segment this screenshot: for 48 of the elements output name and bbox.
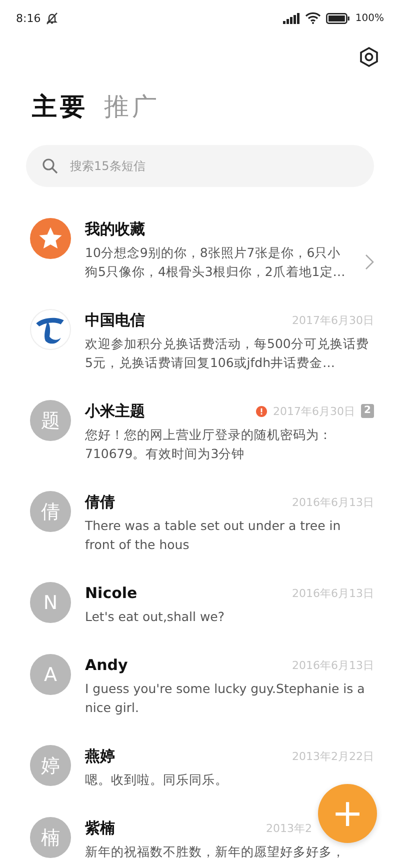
- status-time: 8:16: [16, 12, 41, 24]
- signal-icon: [283, 12, 300, 24]
- avatar-initial: 婷: [30, 745, 71, 786]
- message-preview: Let's eat out,shall we?: [85, 608, 226, 626]
- contact-name: 紫楠: [85, 818, 115, 838]
- conversation-item[interactable]: 倩 倩倩 2016年6月13日 There was a table set out under a tree in front of the hous: [0, 491, 400, 554]
- contact-name: 小米主题: [85, 402, 145, 420]
- message-preview: 您好！您的网上营业厅登录的随机密码为：710679。有效时间为3分钟: [85, 426, 333, 463]
- wifi-icon: [305, 12, 322, 24]
- conversation-item[interactable]: 题 小米主题 2017年6月30日 2 您好！您的网上营业厅登录的随机密码为：710679。有效时间为3分钟: [0, 400, 400, 463]
- message-preview: I guess you're some lucky guy.Stephanie is a nice girl.: [85, 680, 366, 717]
- conversation-item[interactable]: 我的收藏 10分想念9别的你，8张照片7张是你，6只小狗5只像你，4根骨头3根归你，2爪着地1定…: [0, 218, 400, 281]
- message-date: 2013年2月22日: [292, 748, 374, 764]
- search-icon: [42, 158, 58, 174]
- battery-icon: [326, 12, 350, 24]
- conversation-item[interactable]: 中国电信 2017年6月30日 欢迎参加积分兑换话费活动，每500分可兑换话费5元，兑换话费请回复106或jfdh井话费金…: [0, 309, 400, 372]
- settings-icon[interactable]: [358, 46, 380, 68]
- contact-name: Nicole: [85, 584, 138, 602]
- message-date: 2016年6月13日: [292, 658, 374, 672]
- telecom-logo-icon: [30, 309, 71, 350]
- message-preview: 嗯。收到啦。同乐同乐。: [85, 771, 229, 789]
- bell-off-icon: [46, 12, 58, 24]
- message-preview: 欢迎参加积分兑换话费活动，每500分可兑换话费5元，兑换话费请回复106或jfdh井话费金…: [85, 335, 370, 372]
- message-preview: 新年的祝福数不胜数，新年的愿望好多好多，: [85, 843, 346, 861]
- conversation-item[interactable]: A Andy 2016年6月13日 I guess you're some lucky guy.Stephanie is a nice girl.: [0, 654, 400, 717]
- message-preview: There was a table set out under a tree in front of the hous: [85, 517, 342, 554]
- contact-name: 倩倩: [85, 492, 115, 512]
- message-date: 2016年6月13日: [292, 494, 374, 510]
- star-avatar-icon: [30, 218, 71, 259]
- avatar-initial: N: [30, 582, 71, 623]
- message-date: 2013年2: [266, 820, 312, 836]
- message-date: 2017年6月30日: [292, 312, 374, 328]
- avatar-initial: A: [30, 654, 71, 695]
- search-field[interactable]: 搜索15条短信: [26, 145, 374, 187]
- avatar-initial: 题: [30, 400, 71, 441]
- tab[interactable]: 主要: [32, 90, 88, 123]
- avatar-initial: 楠: [30, 817, 71, 858]
- message-preview: 10分想念9别的你，8张照片7张是你，6只小狗5只像你，4根骨头3根归你，2爪着地1定…: [85, 244, 346, 281]
- conversation-item[interactable]: N Nicole 2016年6月13日 Let's eat out,shall we?: [0, 582, 400, 626]
- contact-name: 燕婷: [85, 746, 115, 766]
- contact-name: 我的收藏: [85, 220, 145, 238]
- message-date: 2017年6月30日: [273, 404, 356, 418]
- battery-level: 100%: [355, 12, 384, 24]
- contact-name: Andy: [85, 656, 128, 674]
- avatar-initial: 倩: [30, 491, 71, 532]
- message-date: 2016年6月13日: [292, 586, 374, 600]
- sim-badge: 2: [361, 404, 374, 418]
- contact-name: 中国电信: [85, 310, 145, 330]
